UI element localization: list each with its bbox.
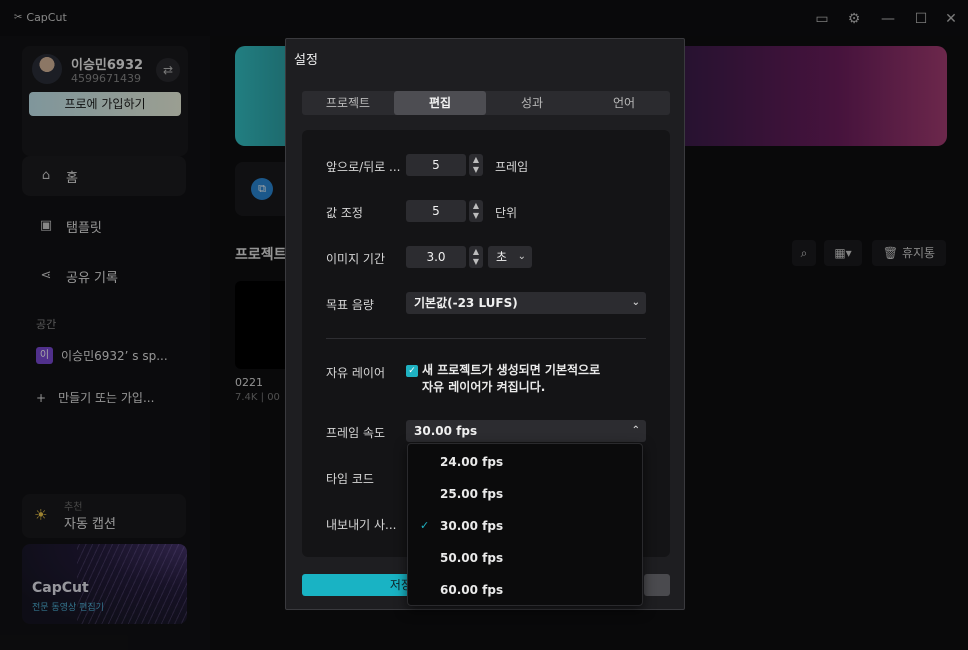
chevron-up-icon: ⌃ xyxy=(631,425,640,436)
frame-rate-options: 24.00 fps 25.00 fps ✓ 30.00 fps 50.00 fp… xyxy=(407,443,643,606)
free-layer-text-1: 새 프로젝트가 생성되면 기본적으로 xyxy=(422,363,601,377)
cancel-button[interactable] xyxy=(644,574,670,596)
frame-rate-value: 30.00 fps xyxy=(414,424,478,438)
adjust-stepper[interactable]: ▲ ▼ xyxy=(469,200,483,222)
frame-rate-label: 프레임 속도 xyxy=(326,426,386,440)
export-label: 내보내기 사... xyxy=(326,518,397,532)
seek-stepper[interactable]: ▲ ▼ xyxy=(469,154,483,176)
checkmark-icon: ✓ xyxy=(420,519,430,532)
fps-option-50[interactable]: 50.00 fps xyxy=(408,542,642,574)
loudness-value: 기본값(-23 LUFS) xyxy=(414,296,518,310)
fps-option-25[interactable]: 25.00 fps xyxy=(408,478,642,510)
adjust-label: 값 조정 xyxy=(326,206,363,220)
loudness-label: 목표 음량 xyxy=(326,298,374,312)
fps-option-label: 25.00 fps xyxy=(440,487,504,501)
image-duration-stepper[interactable]: ▲ ▼ xyxy=(469,246,483,268)
image-duration-input[interactable]: 3.0 xyxy=(406,246,466,268)
tab-performance[interactable]: 성과 xyxy=(486,91,578,115)
timecode-label: 타임 코드 xyxy=(326,472,374,486)
chevron-down-icon: ⌄ xyxy=(517,251,526,262)
tab-project[interactable]: 프로젝트 xyxy=(302,91,394,115)
free-layer-label: 자유 레이어 xyxy=(326,366,386,380)
fps-option-label: 60.00 fps xyxy=(440,583,504,597)
fps-option-label: 50.00 fps xyxy=(440,551,504,565)
adjust-value-input[interactable]: 5 xyxy=(406,200,466,222)
adjust-unit: 단위 xyxy=(495,206,518,220)
seek-unit: 프레임 xyxy=(495,160,529,174)
fps-option-label: 24.00 fps xyxy=(440,455,504,469)
seek-label: 앞으로/뒤로 ... xyxy=(326,160,401,174)
fps-option-24[interactable]: 24.00 fps xyxy=(408,446,642,478)
tab-edit[interactable]: 편집 xyxy=(394,91,486,115)
chevron-down-icon: ⌄ xyxy=(631,297,640,308)
free-layer-text-2: 자유 레이어가 켜집니다. xyxy=(422,380,546,394)
duration-unit-value: 초 xyxy=(496,250,508,264)
fps-option-label: 30.00 fps xyxy=(440,519,504,533)
free-layer-checkbox[interactable]: ✓ xyxy=(406,365,418,377)
frame-rate-select[interactable]: 30.00 fps ⌃ xyxy=(406,420,646,442)
settings-tabs: 프로젝트 편집 성과 언어 xyxy=(302,91,670,115)
tab-language[interactable]: 언어 xyxy=(578,91,670,115)
duration-unit-select[interactable]: 초 ⌄ xyxy=(488,246,532,268)
loudness-select[interactable]: 기본값(-23 LUFS) ⌄ xyxy=(406,292,646,314)
divider xyxy=(326,338,646,339)
seek-frames-input[interactable]: 5 xyxy=(406,154,466,176)
fps-option-30[interactable]: ✓ 30.00 fps xyxy=(408,510,642,542)
image-duration-label: 이미지 기간 xyxy=(326,252,386,266)
dialog-title: 설정 xyxy=(294,53,318,68)
fps-option-60[interactable]: 60.00 fps xyxy=(408,574,642,606)
